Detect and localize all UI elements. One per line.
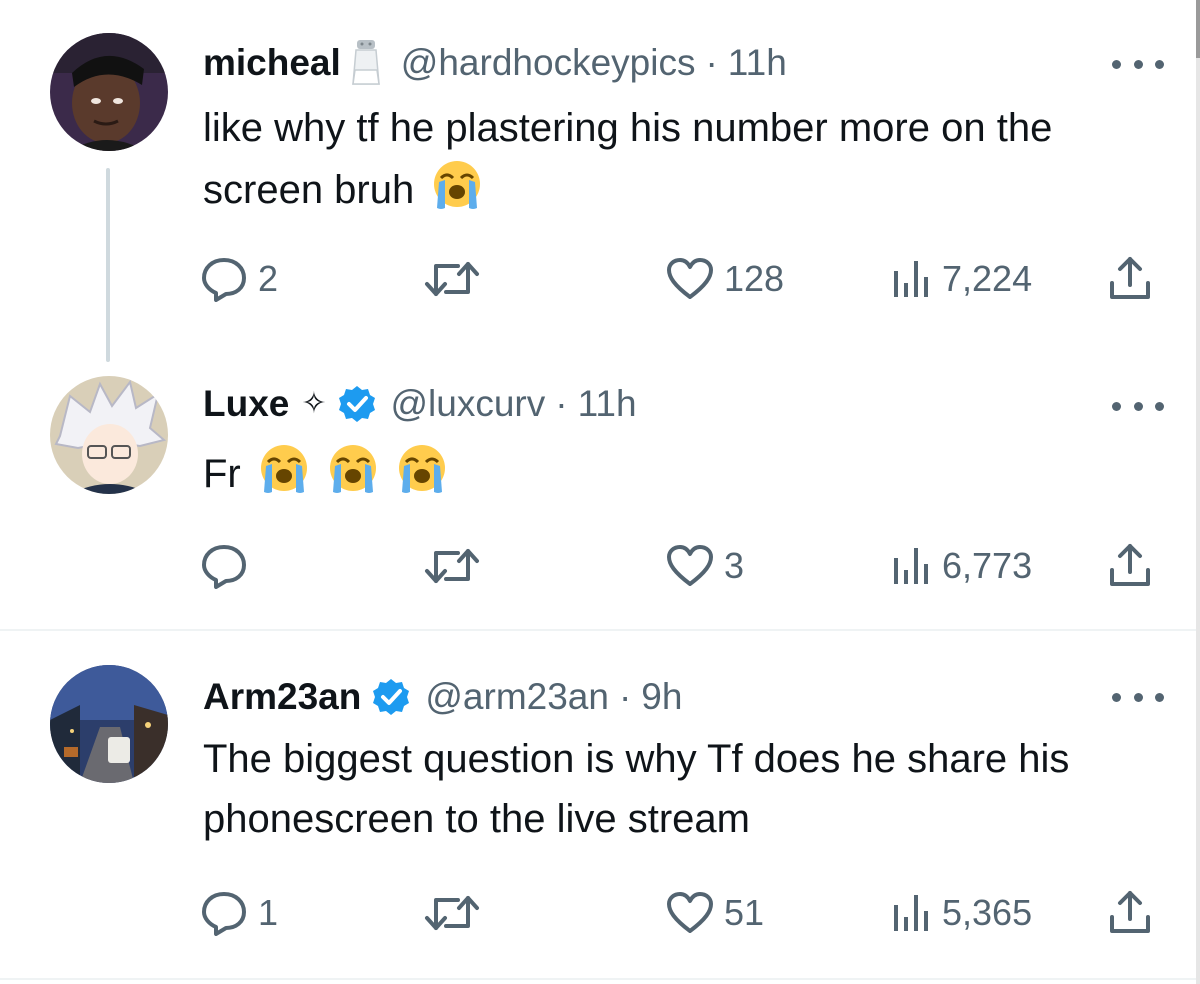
tweet-divider bbox=[0, 978, 1196, 980]
view-count: 6,773 bbox=[942, 545, 1033, 586]
loudly-crying-face-icon bbox=[431, 158, 483, 227]
tweet-3[interactable]: Arm23an @arm23an · 9h The biggest questi… bbox=[0, 631, 1196, 981]
tweet-text-content: The biggest question is why Tf does he s… bbox=[203, 737, 1070, 841]
avatar[interactable] bbox=[50, 33, 168, 151]
profile-photo-icon bbox=[50, 665, 168, 783]
share-button[interactable] bbox=[1108, 542, 1152, 590]
loudly-crying-face-icon bbox=[327, 442, 379, 511]
reply-icon bbox=[202, 545, 246, 589]
scrollbar[interactable] bbox=[1196, 0, 1200, 984]
user-handle[interactable]: @hardhockeypics bbox=[401, 41, 696, 85]
views-button[interactable]: 5,365 bbox=[888, 889, 1032, 937]
tweet-text: like why tf he plastering his number mor… bbox=[203, 98, 1183, 227]
reply-count: 2 bbox=[258, 258, 279, 299]
tweet-header: Luxe ✧ @luxcurv · 11h bbox=[203, 382, 637, 426]
display-name[interactable]: Arm23an bbox=[203, 675, 361, 719]
retweet-icon bbox=[425, 549, 479, 583]
timestamp[interactable]: 11h bbox=[728, 41, 787, 85]
profile-photo-icon bbox=[50, 376, 168, 494]
more-options-icon[interactable] bbox=[1112, 54, 1164, 74]
reply-count: 1 bbox=[258, 892, 279, 933]
analytics-icon bbox=[894, 261, 928, 297]
like-count: 3 bbox=[724, 545, 745, 586]
timestamp[interactable]: 11h bbox=[578, 382, 637, 426]
like-count: 51 bbox=[724, 892, 765, 933]
share-icon bbox=[1110, 257, 1150, 299]
tweet-text-content: like why tf he plastering his number mor… bbox=[203, 106, 1053, 213]
tweet-2[interactable]: Luxe ✧ @luxcurv · 11h Fr 3 6,773 bbox=[0, 370, 1196, 630]
reply-icon bbox=[202, 258, 246, 302]
avatar[interactable] bbox=[50, 376, 168, 494]
salt-shaker-icon bbox=[351, 40, 381, 86]
display-name[interactable]: micheal bbox=[203, 41, 341, 85]
tweet-actions: 3 6,773 bbox=[200, 542, 1170, 590]
separator-dot: · bbox=[555, 383, 568, 424]
tweet-text-content: Fr bbox=[203, 452, 241, 497]
tweet-1[interactable]: micheal @hardhockeypics · 11h like why t… bbox=[0, 0, 1196, 380]
loudly-crying-face-icon bbox=[396, 442, 448, 511]
tweet-actions: 2 128 7,224 bbox=[200, 255, 1170, 303]
separator-dot: · bbox=[618, 676, 632, 717]
avatar[interactable] bbox=[50, 665, 168, 783]
like-button[interactable]: 3 bbox=[666, 542, 744, 590]
name-suffix: ✧ bbox=[301, 387, 327, 420]
tweet-header: micheal @hardhockeypics · 11h bbox=[203, 40, 787, 86]
timestamp[interactable]: 9h bbox=[641, 675, 682, 719]
retweet-icon bbox=[425, 896, 479, 930]
like-count: 128 bbox=[724, 258, 785, 299]
display-name[interactable]: Luxe bbox=[203, 382, 289, 426]
heart-icon bbox=[667, 892, 713, 933]
view-count: 5,365 bbox=[942, 892, 1033, 933]
share-button[interactable] bbox=[1108, 255, 1152, 303]
tweet-text: The biggest question is why Tf does he s… bbox=[203, 729, 1183, 849]
user-handle[interactable]: @arm23an bbox=[425, 675, 609, 719]
verified-badge-icon bbox=[336, 384, 377, 424]
reply-button[interactable]: 1 bbox=[200, 889, 278, 937]
tweet-header: Arm23an @arm23an · 9h bbox=[203, 675, 682, 719]
views-button[interactable]: 7,224 bbox=[888, 255, 1032, 303]
user-handle[interactable]: @luxcurv bbox=[391, 382, 546, 426]
tweet-text: Fr bbox=[203, 442, 1183, 511]
more-options-icon[interactable] bbox=[1112, 687, 1164, 707]
retweet-button[interactable] bbox=[422, 255, 492, 303]
profile-photo-icon bbox=[50, 33, 168, 151]
thread-line bbox=[106, 168, 110, 362]
views-button[interactable]: 6,773 bbox=[888, 542, 1032, 590]
reply-icon bbox=[202, 892, 246, 936]
separator-dot: · bbox=[705, 42, 718, 83]
reply-button[interactable]: 2 bbox=[200, 255, 278, 303]
view-count: 7,224 bbox=[942, 258, 1033, 299]
heart-icon bbox=[667, 545, 713, 586]
like-button[interactable]: 51 bbox=[666, 889, 764, 937]
like-button[interactable]: 128 bbox=[666, 255, 784, 303]
share-icon bbox=[1110, 891, 1150, 933]
retweet-icon bbox=[425, 262, 479, 296]
analytics-icon bbox=[894, 548, 928, 584]
retweet-button[interactable] bbox=[422, 542, 492, 590]
more-options-icon[interactable] bbox=[1112, 396, 1164, 416]
scrollbar-thumb[interactable] bbox=[1196, 0, 1200, 58]
retweet-button[interactable] bbox=[422, 889, 492, 937]
tweet-actions: 1 51 5,365 bbox=[200, 889, 1170, 937]
reply-button[interactable] bbox=[200, 542, 258, 590]
share-button[interactable] bbox=[1108, 889, 1152, 937]
verified-badge-icon bbox=[371, 677, 412, 717]
heart-icon bbox=[667, 258, 713, 299]
share-icon bbox=[1110, 544, 1150, 586]
loudly-crying-face-icon bbox=[258, 442, 310, 511]
analytics-icon bbox=[894, 895, 928, 931]
